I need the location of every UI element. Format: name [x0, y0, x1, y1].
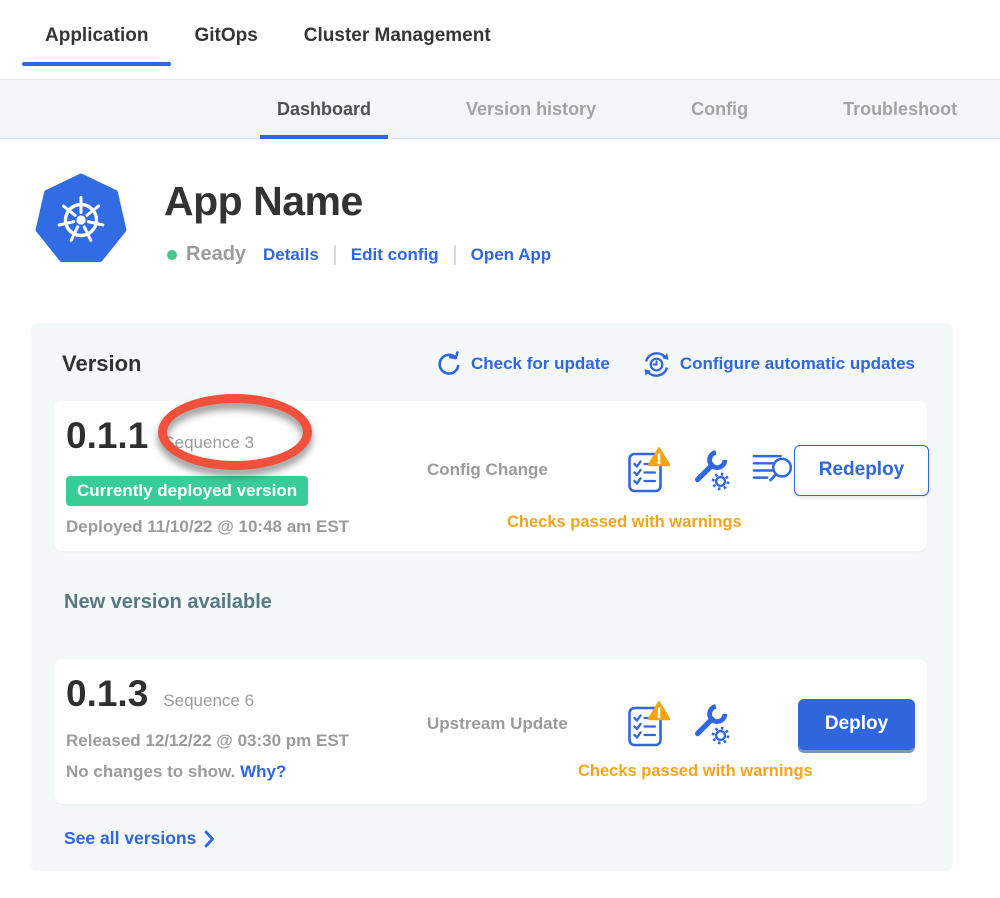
- currently-deployed-badge: Currently deployed version: [66, 476, 308, 506]
- current-version-number: 0.1.1: [66, 415, 148, 457]
- version-card-header: Version Check for update: [54, 351, 927, 377]
- app-header-text: App Name Ready Details Edit config Open …: [164, 173, 551, 266]
- edit-config-link[interactable]: Edit config: [351, 245, 439, 265]
- tab-dashboard-label: Dashboard: [277, 99, 371, 120]
- current-version-sequence: Sequence 3: [163, 433, 254, 453]
- deployed-timestamp: Deployed 11/10/22 @ 10:48 am EST: [66, 517, 427, 537]
- current-check-icons: [628, 446, 794, 494]
- active-subtab-underline: [260, 135, 388, 139]
- available-checks-status: Checks passed with warnings: [578, 762, 915, 781]
- current-checks-status: Checks passed with warnings: [507, 513, 929, 532]
- tab-dashboard[interactable]: Dashboard: [260, 80, 388, 138]
- available-version-sequence: Sequence 6: [163, 691, 254, 711]
- admin-console-page: Application GitOps Cluster Management Da…: [0, 0, 1000, 898]
- available-version-info: 0.1.3 Sequence 6 Released 12/12/22 @ 03:…: [66, 673, 427, 790]
- check-for-update-link[interactable]: Check for update: [435, 351, 610, 378]
- app-header: App Name Ready Details Edit config Open …: [35, 173, 1000, 266]
- version-row-available: 0.1.3 Sequence 6 Released 12/12/22 @ 03:…: [54, 659, 927, 804]
- tab-config[interactable]: Config: [674, 80, 765, 138]
- available-version-number: 0.1.3: [66, 673, 148, 715]
- check-for-update-label: Check for update: [471, 354, 610, 374]
- tab-application-label: Application: [45, 25, 148, 47]
- app-title: App Name: [164, 178, 551, 225]
- version-row-current: 0.1.1 Sequence 3 Currently deployed vers…: [54, 401, 927, 551]
- app-status-row: Ready Details Edit config Open App: [167, 243, 551, 266]
- available-check-icons: [628, 700, 733, 748]
- tab-config-label: Config: [691, 99, 748, 120]
- changes-note: No changes to show. Why?: [66, 762, 427, 782]
- tab-version-history-label: Version history: [466, 99, 596, 120]
- why-link[interactable]: Why?: [240, 762, 286, 781]
- primary-nav: Application GitOps Cluster Management: [0, 0, 1000, 79]
- tab-version-history[interactable]: Version history: [449, 80, 613, 138]
- status-dot: [167, 250, 177, 260]
- details-link[interactable]: Details: [263, 245, 319, 265]
- available-version-actions: Upstream Update: [427, 673, 915, 790]
- new-version-heading: New version available: [64, 591, 927, 615]
- open-app-link[interactable]: Open App: [471, 245, 552, 265]
- current-version-line: 0.1.1 Sequence 3: [66, 415, 427, 457]
- configure-automatic-updates-label: Configure automatic updates: [680, 354, 915, 374]
- schedule-update-icon: [642, 350, 671, 379]
- chevron-right-icon: [204, 830, 215, 848]
- configure-automatic-updates-link[interactable]: Configure automatic updates: [642, 350, 915, 379]
- current-source-label: Config Change: [427, 460, 628, 480]
- see-all-versions-link[interactable]: See all versions: [64, 828, 215, 849]
- tab-application[interactable]: Application: [22, 0, 171, 66]
- available-version-line: 0.1.3 Sequence 6: [66, 673, 427, 715]
- refresh-icon: [435, 351, 462, 378]
- tab-troubleshoot[interactable]: Troubleshoot: [826, 80, 974, 138]
- tab-troubleshoot-label: Troubleshoot: [843, 99, 957, 120]
- link-divider: [454, 245, 456, 265]
- link-divider: [334, 245, 336, 265]
- available-checks-line: Upstream Update: [427, 698, 915, 750]
- config-wrench-icon[interactable]: [689, 701, 733, 747]
- version-card-title: Version: [62, 351, 141, 377]
- status-label: Ready: [186, 243, 246, 266]
- see-all-versions-label: See all versions: [64, 828, 196, 849]
- config-wrench-icon[interactable]: [689, 447, 733, 493]
- available-source-label: Upstream Update: [427, 714, 628, 734]
- tab-cluster-management[interactable]: Cluster Management: [281, 0, 514, 66]
- secondary-nav: Dashboard Version history Config Trouble…: [0, 79, 1000, 139]
- active-tab-underline: [22, 62, 171, 66]
- view-files-icon[interactable]: [752, 451, 794, 489]
- tab-gitops-label: GitOps: [194, 25, 257, 47]
- tab-cluster-management-label: Cluster Management: [304, 25, 491, 47]
- current-checks-line: Config Change: [427, 444, 929, 496]
- released-timestamp: Released 12/12/22 @ 03:30 pm EST: [66, 731, 427, 751]
- redeploy-button[interactable]: Redeploy: [794, 445, 929, 496]
- no-changes-text: No changes to show.: [66, 762, 235, 781]
- version-card: Version Check for update: [30, 323, 953, 871]
- current-version-info: 0.1.1 Sequence 3 Currently deployed vers…: [66, 415, 427, 537]
- kubernetes-logo-icon: [35, 173, 127, 263]
- preflight-checklist-warning-icon[interactable]: [628, 446, 670, 494]
- version-card-actions: Check for update Configure automatic u: [435, 350, 915, 379]
- current-version-actions: Config Change: [427, 415, 929, 537]
- deploy-button[interactable]: Deploy: [798, 699, 915, 750]
- tab-gitops[interactable]: GitOps: [171, 0, 280, 66]
- preflight-checklist-warning-icon[interactable]: [628, 700, 670, 748]
